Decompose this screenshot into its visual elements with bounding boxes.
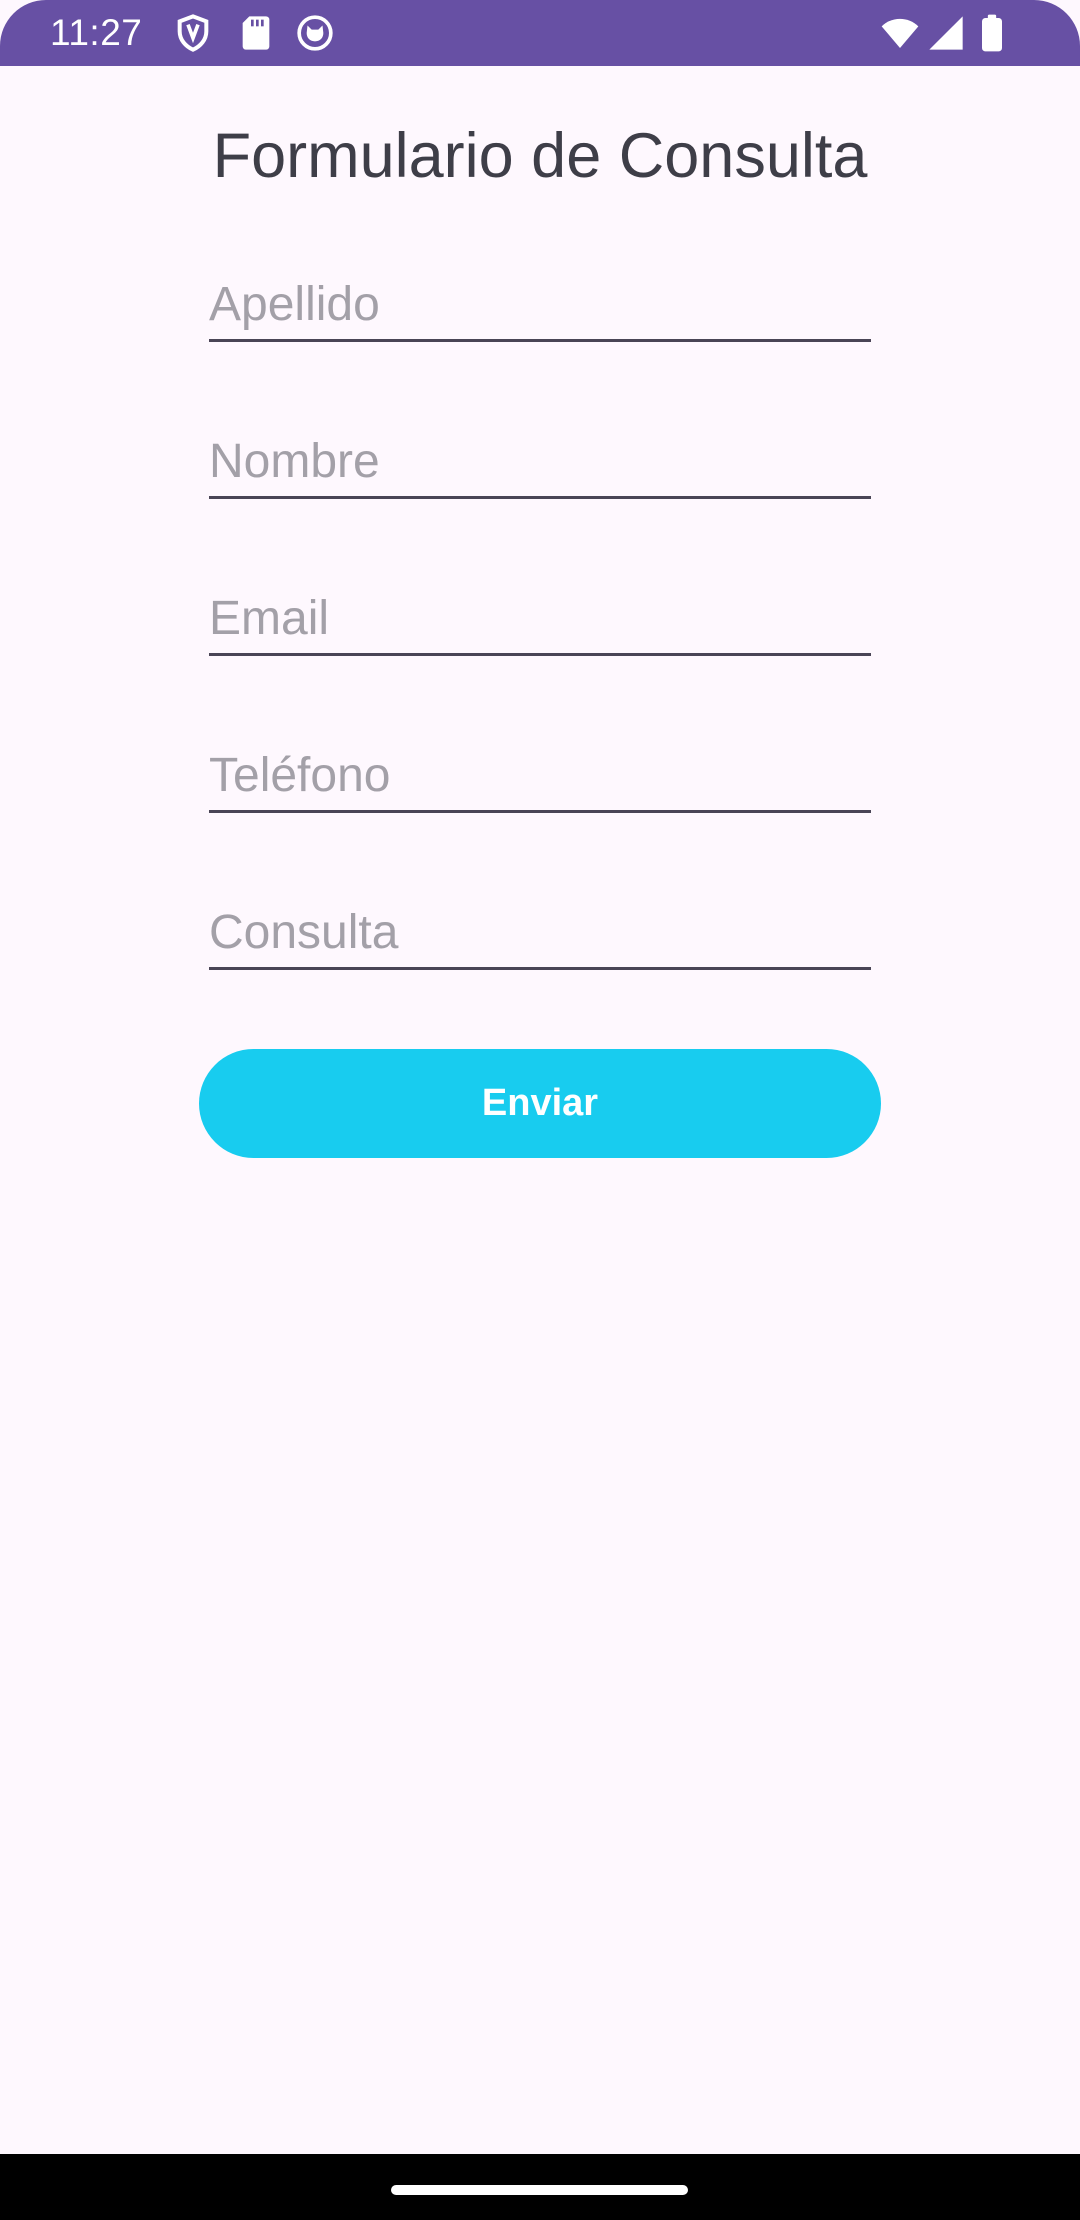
shield-icon	[173, 13, 213, 53]
status-time: 11:27	[50, 12, 143, 53]
email-input[interactable]	[209, 589, 871, 649]
home-gesture-handle[interactable]	[391, 2185, 688, 2195]
sd-card-icon	[236, 13, 276, 53]
cat-face-icon	[295, 13, 335, 53]
signal-icon	[926, 13, 966, 53]
phone-field[interactable]	[209, 733, 871, 813]
inquiry-input[interactable]	[209, 903, 871, 963]
phone-input[interactable]	[209, 746, 871, 806]
send-button[interactable]: Enviar	[199, 1049, 881, 1158]
email-field[interactable]	[209, 576, 871, 656]
battery-icon	[972, 13, 1012, 53]
last-name-input[interactable]	[209, 275, 871, 335]
inquiry-field[interactable]	[209, 890, 871, 970]
wifi-icon	[880, 13, 920, 53]
first-name-input[interactable]	[209, 432, 871, 492]
last-name-field[interactable]	[209, 262, 871, 342]
navigation-bar	[0, 2154, 1080, 2220]
first-name-field[interactable]	[209, 419, 871, 499]
status-bar: 11:27	[0, 0, 1080, 66]
page-title: Formulario de Consulta	[212, 121, 868, 191]
